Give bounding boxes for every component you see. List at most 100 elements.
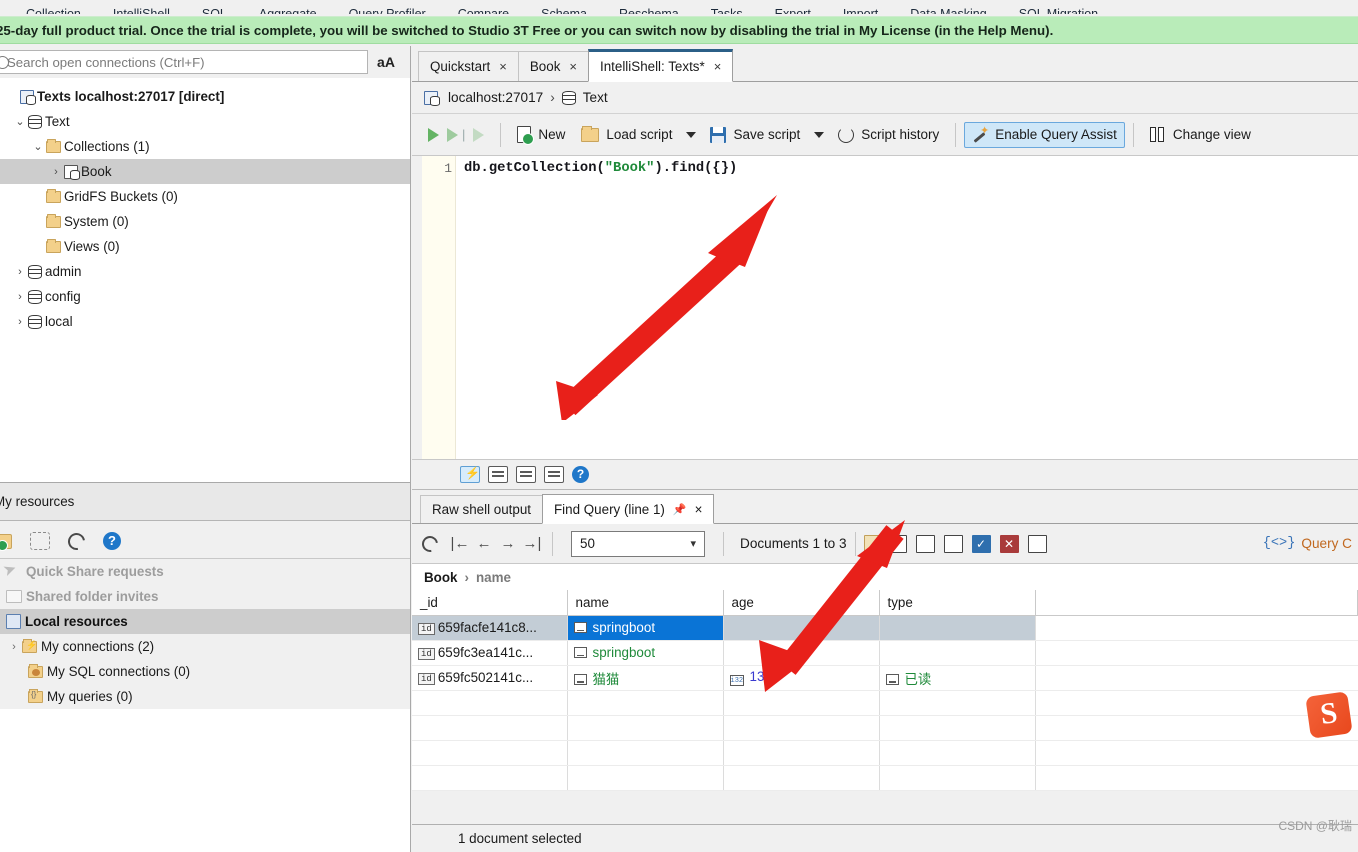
column-header-id[interactable]: _id — [412, 590, 568, 616]
indent-left-icon[interactable] — [544, 466, 564, 483]
font-size-toggle[interactable]: aA — [368, 54, 404, 70]
share-connection-icon[interactable] — [30, 532, 50, 550]
first-page-icon[interactable]: |← — [448, 535, 472, 552]
tab-raw-shell-output[interactable]: Raw shell output — [420, 495, 543, 523]
load-script-button[interactable]: Load script — [573, 122, 680, 147]
chevron-right-icon[interactable]: › — [12, 316, 28, 328]
result-breadcrumb-field[interactable]: name — [476, 570, 511, 585]
cell-type[interactable] — [879, 640, 1036, 666]
breadcrumb-database[interactable]: Text — [583, 90, 608, 105]
cell-age[interactable]: i32 13 — [723, 665, 880, 691]
query-code-button[interactable]: {<>} Query C — [1263, 536, 1358, 551]
refresh-icon[interactable] — [64, 529, 89, 553]
pin-icon[interactable]: 📌 — [673, 503, 687, 516]
menu-item-sql[interactable]: SQL — [202, 8, 227, 14]
format-code-icon[interactable] — [488, 466, 508, 483]
change-view-button[interactable]: Change view — [1142, 122, 1259, 147]
help-icon[interactable]: ? — [103, 531, 121, 550]
column-header-age[interactable]: age — [723, 590, 880, 616]
code-text-area[interactable]: db.getCollection("Book").find({}) — [456, 156, 1358, 459]
run-selection-icon[interactable] — [473, 127, 485, 142]
edit-document-icon[interactable] — [943, 534, 963, 553]
cell-id[interactable]: id 659facfe141c8... — [412, 615, 568, 641]
cell-id[interactable]: id 659fc3ea141c... — [412, 640, 568, 666]
tree-item-connection[interactable]: Texts localhost:27017 [direct] — [0, 84, 410, 109]
chevron-right-icon[interactable]: › — [12, 291, 28, 303]
enable-query-assist-button[interactable]: Enable Query Assist — [964, 121, 1125, 148]
save-script-button[interactable]: Save script — [702, 122, 808, 148]
table-row[interactable]: id 659fc3ea141c... springboot — [412, 640, 1358, 666]
auto-complete-icon[interactable] — [460, 466, 480, 483]
menu-item-tasks[interactable]: Tasks — [711, 8, 743, 14]
menu-item-query-profiler[interactable]: Query Profiler — [349, 8, 426, 14]
menu-item-import[interactable]: Import — [843, 8, 878, 14]
menu-item-intellishell[interactable]: IntelliShell — [113, 8, 170, 14]
load-script-dropdown-icon[interactable] — [686, 131, 697, 138]
next-page-icon[interactable]: → — [496, 535, 520, 552]
tab-intellishell-texts[interactable]: IntelliShell: Texts* × — [588, 49, 734, 82]
menu-item-schema[interactable]: Schema — [541, 8, 587, 14]
cell-type[interactable]: 已读 — [879, 665, 1036, 691]
tree-item-gridfs[interactable]: GridFS Buckets (0) — [0, 184, 410, 209]
cell-name[interactable]: springboot — [567, 640, 724, 666]
chevron-right-icon[interactable]: › — [6, 641, 22, 653]
tree-item-views[interactable]: Views (0) — [0, 234, 410, 259]
tree-item-admin[interactable]: › admin — [0, 259, 410, 284]
cell-name[interactable]: 猫猫 — [567, 665, 724, 691]
save-script-dropdown-icon[interactable] — [814, 131, 825, 138]
column-header-type[interactable]: type — [879, 590, 1036, 616]
refresh-icon[interactable] — [418, 532, 442, 555]
help-icon[interactable]: ? — [572, 466, 589, 483]
result-breadcrumb-collection[interactable]: Book — [424, 570, 457, 585]
tree-item-collections[interactable]: ⌄ Collections (1) — [0, 134, 410, 159]
menu-item-aggregate[interactable]: Aggregate — [259, 8, 317, 14]
main-menubar[interactable]: Collection IntelliShell SQL Aggregate Qu… — [0, 0, 1358, 14]
cell-type[interactable] — [879, 615, 1036, 641]
resource-item-my-connections[interactable]: › My connections (2) — [0, 634, 410, 659]
resource-item-shared-folder-invites[interactable]: Shared folder invites — [0, 584, 410, 609]
tab-book[interactable]: Book × — [517, 51, 589, 81]
tree-item-book[interactable]: › Book — [0, 159, 410, 184]
resource-item-my-queries[interactable]: My queries (0) — [0, 684, 410, 709]
new-script-button[interactable]: New — [509, 121, 573, 148]
table-row[interactable]: id 659facfe141c8... springboot — [412, 615, 1358, 641]
previous-page-icon[interactable]: ← — [472, 535, 496, 552]
script-history-button[interactable]: Script history — [830, 122, 947, 148]
discard-changes-icon[interactable]: ✕ — [999, 534, 1019, 553]
menu-item-sql-migration[interactable]: SQL Migration — [1019, 8, 1098, 14]
tab-quickstart[interactable]: Quickstart × — [418, 51, 519, 81]
menu-item-data-masking[interactable]: Data Masking — [910, 8, 986, 14]
cell-name[interactable]: springboot — [567, 615, 724, 641]
chevron-down-icon[interactable]: ▾ — [690, 537, 696, 550]
column-header-name[interactable]: name — [567, 590, 724, 616]
lock-icon[interactable] — [863, 534, 879, 553]
view-document-icon[interactable] — [1027, 534, 1047, 553]
cell-age[interactable] — [723, 615, 880, 641]
resource-item-my-sql-connections[interactable]: My SQL connections (0) — [0, 659, 410, 684]
clone-document-icon[interactable] — [915, 534, 935, 553]
resource-item-quick-share[interactable]: Quick Share requests — [0, 559, 410, 584]
cell-id[interactable]: id 659fc502141c... — [412, 665, 568, 691]
resource-item-local-resources[interactable]: Local resources — [0, 609, 410, 634]
close-icon[interactable]: × — [695, 502, 703, 517]
close-icon[interactable]: × — [569, 59, 577, 74]
menu-item-compare[interactable]: Compare — [458, 8, 509, 14]
tree-item-local[interactable]: › local — [0, 309, 410, 334]
chevron-right-icon[interactable]: › — [48, 166, 64, 178]
close-icon[interactable]: × — [499, 59, 507, 74]
table-row[interactable]: id 659fc502141c... 猫猫 i32 13 已读 — [412, 665, 1358, 691]
chevron-down-icon[interactable]: ⌄ — [12, 115, 28, 128]
indent-right-icon[interactable] — [516, 466, 536, 483]
menu-item-export[interactable]: Export — [775, 8, 811, 14]
tree-item-system[interactable]: System (0) — [0, 209, 410, 234]
add-document-icon[interactable] — [887, 534, 907, 553]
last-page-icon[interactable]: →| — [520, 535, 544, 552]
confirm-changes-icon[interactable]: ✓ — [971, 534, 991, 553]
menu-item-collection[interactable]: Collection — [26, 8, 81, 14]
run-to-cursor-icon[interactable] — [447, 127, 458, 142]
chevron-down-icon[interactable]: ⌄ — [30, 140, 46, 153]
breadcrumb-host[interactable]: localhost:27017 — [448, 90, 543, 105]
menu-item-reschema[interactable]: Reschema — [619, 8, 679, 14]
chevron-right-icon[interactable]: › — [12, 266, 28, 278]
cell-age[interactable] — [723, 640, 880, 666]
